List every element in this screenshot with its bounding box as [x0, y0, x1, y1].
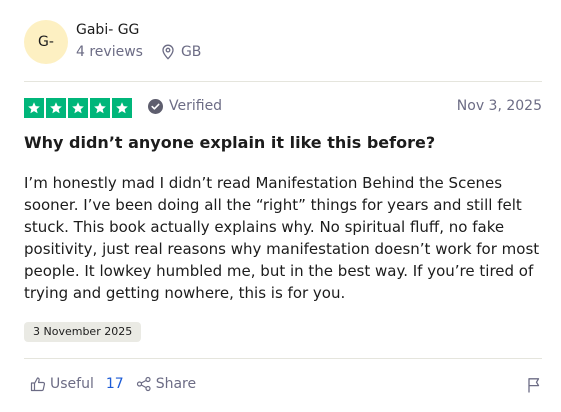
star-icon [90, 98, 110, 118]
useful-count: 17 [105, 376, 124, 392]
header-divider [24, 81, 542, 82]
report-button[interactable] [527, 377, 541, 393]
reviewer-location: GB [180, 44, 202, 60]
useful-label: Useful [50, 376, 94, 392]
star-rating [24, 98, 132, 118]
useful-button[interactable]: Useful [30, 376, 94, 392]
star-icon [24, 98, 44, 118]
star-icon [112, 98, 132, 118]
share-icon [136, 376, 151, 392]
verified-badge[interactable]: Verified [148, 98, 222, 114]
share-button[interactable]: Share [136, 376, 196, 392]
star-icon [68, 98, 88, 118]
star-icon [46, 98, 66, 118]
verified-check-icon [148, 98, 163, 114]
review-body: I’m honestly mad I didn’t read Manifesta… [24, 174, 540, 302]
share-label: Share [155, 376, 197, 392]
reviews-count: 4 reviews [76, 44, 143, 60]
experience-date-badge: 3 November 2025 [24, 322, 142, 342]
review-card: G- Gabi- GG 4 reviews GB Verified Nov 3,… [0, 0, 561, 412]
flag-icon [528, 378, 540, 393]
avatar[interactable]: G- [24, 20, 68, 64]
avatar-initials: G- [38, 34, 54, 50]
reviewer-name[interactable]: Gabi- GG [76, 22, 139, 38]
location-pin-icon [161, 44, 175, 60]
review-date: Nov 3, 2025 [456, 98, 542, 114]
thumbs-up-icon [30, 377, 46, 392]
verified-label: Verified [169, 98, 223, 114]
footer-divider [24, 358, 542, 359]
review-actions: Useful 17 Share [30, 376, 196, 392]
review-title: Why didn’t anyone explain it like this b… [24, 133, 436, 152]
reviewer-meta: 4 reviews GB [76, 44, 201, 60]
